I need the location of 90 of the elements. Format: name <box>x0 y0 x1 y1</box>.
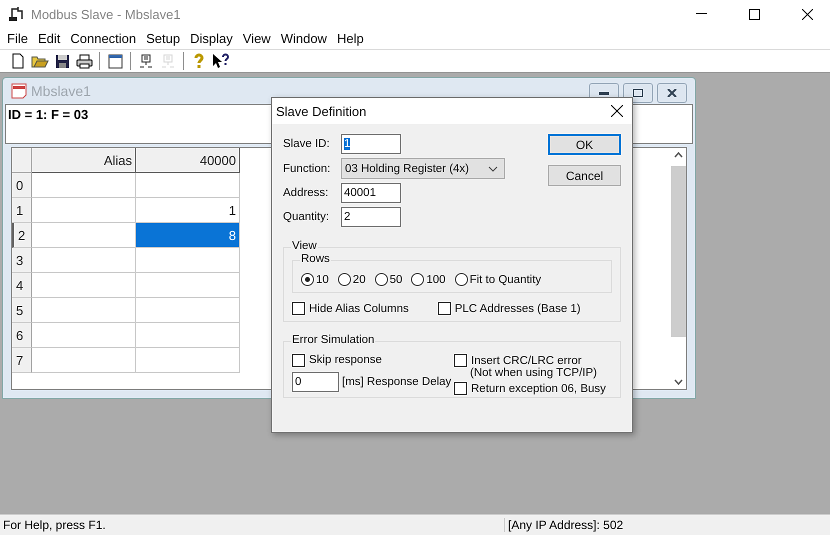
close-icon <box>667 89 677 97</box>
row-header[interactable]: 3 <box>12 248 32 273</box>
menu-item[interactable]: Window <box>276 31 332 46</box>
menu-item[interactable]: Help <box>332 31 369 46</box>
grid-corner <box>12 148 32 173</box>
window-title: Modbus Slave - Mbslave1 <box>31 6 181 22</box>
input-field[interactable]: 1 <box>341 134 401 154</box>
radio-button[interactable] <box>338 273 351 286</box>
menu-item[interactable]: Connection <box>65 31 142 46</box>
connection-status: [Any IP Address]: 502 <box>504 518 830 532</box>
menu-item[interactable]: Display <box>185 31 238 46</box>
radio-label: 100 <box>426 274 446 286</box>
alias-cell[interactable] <box>32 248 136 273</box>
dialog-title: Slave Definition <box>276 104 366 118</box>
row-header[interactable]: 2 <box>12 223 32 248</box>
context-help-icon[interactable] <box>211 51 231 71</box>
checkbox-label: Return exception 06, Busy <box>471 382 606 394</box>
alias-cell[interactable] <box>32 348 136 373</box>
minimize-icon[interactable] <box>696 13 706 15</box>
function-dropdown[interactable]: 03 Holding Register (4x) <box>341 158 505 179</box>
value-cell[interactable] <box>136 323 240 348</box>
status-help-text: For Help, press F1. <box>2 518 107 532</box>
radio-label: 10 <box>316 274 329 286</box>
radio-label: 20 <box>352 274 366 286</box>
app-icon <box>8 6 24 22</box>
checkbox[interactable] <box>438 302 451 315</box>
value-cell[interactable] <box>136 173 240 198</box>
close-icon[interactable] <box>802 8 812 20</box>
value-cell[interactable] <box>136 348 240 373</box>
checkbox-label: PLC Addresses (Base 1) <box>454 302 581 314</box>
child-window-title: Mbslave1 <box>31 83 91 99</box>
minimize-icon <box>599 92 609 94</box>
group-title: Error Simulation <box>291 334 376 346</box>
menu-item[interactable]: Setup <box>141 31 186 46</box>
field-label: Slave ID: <box>283 138 331 150</box>
alias-cell[interactable] <box>32 198 136 223</box>
radio-label: Fit to Quantity <box>470 274 542 286</box>
row-header[interactable]: 1 <box>12 198 32 223</box>
field-label: Address: <box>283 187 330 199</box>
alias-cell[interactable] <box>32 173 136 198</box>
maximize-icon[interactable] <box>748 8 760 20</box>
value-cell[interactable]: 8 <box>136 223 240 248</box>
checkbox[interactable] <box>454 354 467 367</box>
radio-button[interactable] <box>301 273 314 286</box>
alias-cell[interactable] <box>32 223 136 248</box>
radio-button[interactable] <box>454 273 468 286</box>
menu-item[interactable]: View <box>238 31 276 46</box>
menu-item[interactable]: Edit <box>32 31 66 46</box>
input-field[interactable]: 40001 <box>341 183 401 203</box>
info-text: ID = 1: F = 03 <box>8 107 88 122</box>
checkbox-label: Insert CRC/LRC error <box>471 354 582 366</box>
radio-button[interactable] <box>411 273 424 286</box>
input-field[interactable]: 2 <box>341 207 401 227</box>
checkbox[interactable] <box>454 382 467 395</box>
alias-cell[interactable] <box>32 273 136 298</box>
close-button[interactable] <box>657 83 687 103</box>
restore-icon <box>633 89 643 97</box>
delay-input-field[interactable]: 0 <box>292 372 339 392</box>
radio-label: 50 <box>390 274 402 286</box>
checkbox-label: Hide Alias Columns <box>309 302 409 314</box>
row-header[interactable]: 5 <box>12 298 32 323</box>
row-header[interactable]: 6 <box>12 323 32 348</box>
column-header[interactable]: 40000 <box>136 148 240 173</box>
cancel-button[interactable]: Cancel <box>548 165 621 186</box>
chevron-down-icon <box>488 166 498 172</box>
document-icon <box>11 83 27 99</box>
column-header[interactable]: Alias <box>32 148 136 173</box>
ok-button[interactable]: OK <box>548 134 621 155</box>
value-cell[interactable] <box>136 248 240 273</box>
checkbox-note: (Not when using TCP/IP) <box>469 367 598 379</box>
checkbox[interactable] <box>292 354 305 367</box>
field-label: Function: <box>283 162 332 174</box>
menu-item[interactable]: File <box>2 31 33 46</box>
row-header[interactable]: 0 <box>12 173 32 198</box>
alias-cell[interactable] <box>32 298 136 323</box>
field-label: Quantity: <box>283 211 330 223</box>
field-label: [ms] Response Delay <box>342 376 452 388</box>
value-cell[interactable]: 1 <box>136 198 240 223</box>
group-title: Rows <box>300 253 331 265</box>
alias-cell[interactable] <box>32 323 136 348</box>
restore-button[interactable] <box>623 83 653 103</box>
checkbox[interactable] <box>292 302 305 315</box>
value-cell[interactable] <box>136 273 240 298</box>
value-cell[interactable] <box>136 298 240 323</box>
row-header[interactable]: 4 <box>12 273 32 298</box>
checkbox-label: Skip response <box>309 354 382 366</box>
group-title: View <box>291 240 318 252</box>
radio-button[interactable] <box>374 273 388 286</box>
row-header[interactable]: 7 <box>12 348 32 373</box>
close-icon[interactable] <box>611 105 623 117</box>
